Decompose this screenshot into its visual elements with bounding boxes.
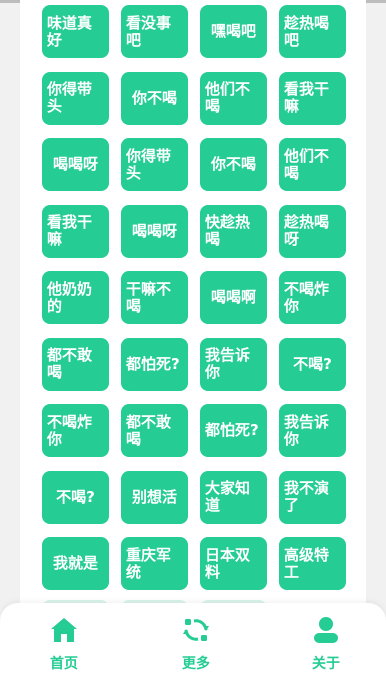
phrase-button[interactable]: 日本双料 [200, 537, 267, 590]
phrase-button[interactable]: 快趁热喝 [200, 204, 267, 258]
phrase-button[interactable]: 喝喝呀 [121, 204, 188, 258]
home-icon [49, 615, 79, 645]
tab-more[interactable]: 更多 [166, 615, 226, 673]
tab-home[interactable]: 首页 [34, 615, 94, 673]
phrase-button[interactable]: 都不敢喝 [42, 337, 109, 391]
phrase-button[interactable]: 不喝炸你 [42, 404, 109, 457]
phrase-button[interactable]: 他们不喝 [200, 71, 267, 125]
tab-more-label: 更多 [182, 656, 210, 672]
phrase-button[interactable]: 趁热喝呀 [279, 204, 346, 258]
tab-home-label: 首页 [50, 656, 78, 672]
phrase-button[interactable]: 你得带头 [121, 138, 188, 191]
phrase-button[interactable]: 干嘛不喝 [121, 271, 188, 324]
phrase-button[interactable]: 看没事吧 [121, 5, 188, 58]
phrase-button[interactable]: 我不演了 [279, 470, 346, 524]
tab-about-label: 关于 [312, 656, 340, 672]
phrase-button[interactable]: 你不喝 [200, 138, 267, 191]
user-icon [311, 615, 341, 645]
phrase-button[interactable]: 嘿喝吧 [200, 5, 267, 58]
phrase-button[interactable]: 不喝炸你 [279, 271, 346, 324]
phrase-button[interactable]: 我告诉你 [279, 404, 346, 457]
phrase-button[interactable]: 看我干嘛 [42, 204, 109, 258]
phrase-button[interactable]: 高级特工 [279, 537, 346, 590]
phrase-button[interactable]: 别想活 [121, 470, 188, 524]
phrase-button[interactable]: 你得带头 [42, 71, 109, 125]
phrase-button[interactable]: 他们不喝 [279, 138, 346, 191]
phrase-button[interactable]: 他奶奶的 [42, 271, 109, 324]
phrase-button[interactable]: 你不喝 [121, 71, 188, 125]
phrase-button[interactable]: 喝喝啊 [200, 271, 267, 324]
refresh-icon [181, 615, 211, 645]
phrase-button[interactable]: 不喝? [42, 470, 109, 524]
phrase-button[interactable]: 不喝? [279, 337, 346, 391]
phrase-button[interactable]: 都不敢喝 [121, 404, 188, 457]
phrase-button[interactable]: 我就是 [42, 537, 109, 590]
phrase-button[interactable]: 味道真好 [42, 5, 109, 58]
tab-about[interactable]: 关于 [296, 615, 356, 673]
phrase-button[interactable]: 大家知道 [200, 470, 267, 524]
phrase-button[interactable]: 重庆军统 [121, 537, 188, 590]
phrase-button[interactable]: 都怕死? [200, 404, 267, 457]
phrase-button[interactable]: 看我干嘛 [279, 71, 346, 125]
phrase-grid: 味道真好 看没事吧 嘿喝吧 趁热喝吧 你得带头 你不喝 他们不喝 看我干嘛 喝喝呀 你得带头 你不喝… [42, 5, 348, 590]
phrase-button[interactable]: 喝喝呀 [42, 138, 109, 191]
phrase-button[interactable]: 趁热喝吧 [279, 5, 346, 58]
bottom-tab-bar: 首页 更多 关于 [0, 603, 386, 675]
phrase-button[interactable]: 我告诉你 [200, 337, 267, 391]
phrase-button[interactable]: 都怕死? [121, 337, 188, 391]
